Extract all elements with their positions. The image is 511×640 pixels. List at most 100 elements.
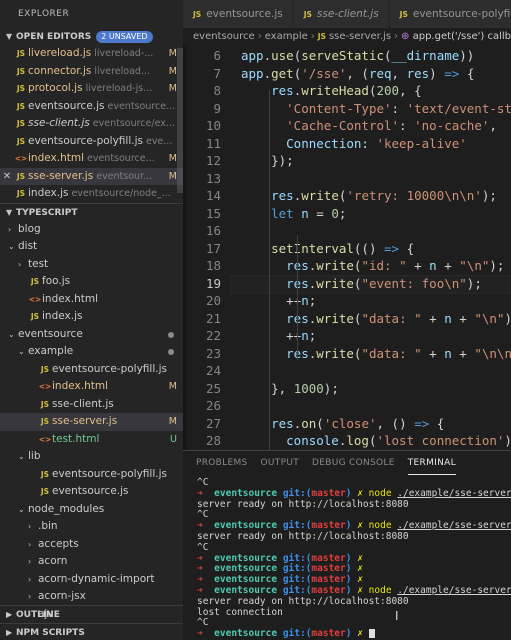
tree-item[interactable]: JS sse-client.js (0, 396, 183, 414)
js-file-icon: JS (30, 277, 40, 286)
breadcrumb-item[interactable]: eventsource (193, 31, 255, 42)
tree-item[interactable]: <>test.html U (0, 431, 183, 449)
editor-tab[interactable]: JS eventsource.js (183, 0, 294, 28)
code-line[interactable]: res.write('retry: 10000\n\n'); (241, 188, 497, 203)
editor-tab[interactable]: JS sse-client.js (293, 0, 390, 28)
tree-item[interactable]: JS index.js (0, 308, 183, 326)
tree-item-label: node_modules (28, 502, 105, 515)
dirty-mark-icon: ✗ (357, 563, 369, 575)
editor-tab[interactable]: JS eventsource-polyfill.js (389, 0, 511, 28)
typescript-header[interactable]: ▼ TYPESCRIPT (0, 202, 183, 221)
close-icon[interactable]: ✕ (0, 168, 14, 186)
js-file-icon: JS (40, 399, 50, 409)
tree-item-label: blog (18, 222, 41, 235)
breadcrumb-item[interactable]: app.get('/sse') callback (413, 31, 511, 42)
tree-item[interactable]: JS eventsource-polyfill.js (0, 466, 183, 484)
code-line[interactable]: }, 1000); (241, 381, 339, 396)
chevron-right-icon: › (18, 259, 22, 269)
open-editor-name: index.html (28, 152, 84, 164)
panel-tab[interactable]: PROBLEMS (196, 451, 248, 475)
code-line[interactable]: ++n; (241, 293, 316, 308)
tree-item[interactable]: ⌄ node_modules (0, 501, 183, 519)
code-line[interactable]: }); (241, 153, 294, 168)
code-line[interactable]: let n = 0; (241, 206, 346, 221)
open-editor-item[interactable]: JS livereload.js livereload-... M (0, 45, 183, 63)
code-line[interactable]: setInterval(() => { (241, 241, 414, 256)
chevron-right-icon: › (8, 224, 12, 234)
prompt-dir: eventsource (214, 574, 283, 586)
tree-item-label: acorn-dynamic-import (38, 572, 155, 585)
code-editor[interactable]: 6 app.use(serveStatic(__dirname)) 7 app.get… (183, 45, 511, 450)
tree-item[interactable]: ⌄ lib (0, 448, 183, 466)
tree-item-label: lib (28, 450, 41, 462)
code-line[interactable]: 'Content-Type': 'text/event-stream', (241, 101, 511, 116)
code-line[interactable]: res.on('close', () => { (241, 416, 444, 431)
terminal[interactable]: ^C ➜ eventsource git:(master) ✗ node ./ex… (183, 475, 511, 640)
js-file-icon: JS (193, 10, 202, 19)
tree-item[interactable]: JS eventsource-polyfill.js (0, 361, 183, 379)
prompt-branch: master (311, 563, 346, 575)
tree-item-label: .bin (38, 520, 58, 532)
tree-item[interactable]: › acorn-jsx (0, 588, 183, 606)
open-editor-item[interactable]: <>index.html eventsource... M (0, 150, 183, 168)
prompt-arrow-icon: ➜ (197, 563, 215, 575)
tree-item-label: foo.js (42, 275, 71, 287)
panel-tab[interactable]: TERMINAL (407, 452, 456, 475)
open-editor-item[interactable]: ✕ JS sse-server.js eventsour... M (0, 167, 183, 186)
tree-item[interactable]: › test (0, 256, 183, 274)
open-editor-item[interactable]: JS protocol.js livereload-js... M (0, 80, 183, 98)
open-editor-path: livereload-... (94, 48, 154, 59)
line-number: 21 (205, 310, 221, 326)
line-number: 12 (205, 153, 221, 168)
code-line[interactable]: res.write("id: " + n + "\n"); (241, 258, 504, 273)
git-status-badge: M (168, 153, 177, 164)
code-line[interactable]: res.write("event: foo\n"); (241, 276, 482, 291)
prompt-branch: master (311, 552, 346, 564)
terminal-line: lost connection (197, 606, 283, 618)
panel-tab[interactable]: OUTPUT (261, 451, 299, 475)
typescript-label: TYPESCRIPT (16, 207, 78, 218)
code-line[interactable]: res.write("data: " + n + "\n\n"); (241, 346, 511, 361)
outline-header[interactable]: ▶ OUTLINE (0, 605, 183, 623)
tree-item[interactable]: JS sse-server.js M (0, 413, 183, 431)
dirty-mark-icon: ✗ (357, 520, 369, 532)
code-line[interactable]: console.log('lost connection') (241, 433, 511, 448)
code-line[interactable]: Connection: 'keep-alive' (241, 136, 467, 151)
tree-item[interactable]: › blog (0, 221, 183, 239)
npm-scripts-header[interactable]: ▶ NPM SCRIPTS (0, 623, 183, 640)
code-line[interactable]: 'Cache-Control': 'no-cache', (241, 118, 497, 133)
tree-item[interactable]: <>index.html M (0, 378, 183, 396)
breadcrumb-item[interactable]: sse-server.js (329, 31, 391, 42)
code-line[interactable]: ++n; (241, 328, 316, 343)
open-editor-item[interactable]: JS eventsource-polyfill.js eve... (0, 133, 183, 151)
tree-item[interactable]: ⌄ dist (0, 238, 183, 256)
indent-guide (297, 235, 298, 360)
tree-item[interactable]: › .bin (0, 518, 183, 536)
tree-item[interactable]: JS eventsource.js (0, 483, 183, 501)
code-line[interactable]: res.write("data: " + n + "\n"); (241, 311, 511, 326)
tree-item-label: eventsource-polyfill.js (52, 467, 167, 480)
dirty-mark-icon: ✗ (357, 574, 369, 586)
panel-tab[interactable]: DEBUG CONSOLE (312, 451, 395, 475)
tree-item[interactable]: <>index.html (0, 291, 183, 309)
tab-label: eventsource-polyfill.js (412, 8, 511, 20)
open-editor-item[interactable]: JS eventsource.js eventsource... (0, 98, 183, 116)
open-editors-header[interactable]: ▼ OPEN EDITORS 2 UNSAVED (0, 28, 183, 45)
breadcrumb-item[interactable]: example (265, 31, 308, 42)
open-editor-item[interactable]: JS connector.js livereload... M (0, 63, 183, 81)
tree-item[interactable]: ⌄ example (0, 343, 183, 361)
open-editor-item[interactable]: JS index.js eventsource/node_... (0, 185, 183, 203)
tree-item[interactable]: ⌄ eventsource (0, 326, 183, 344)
js-file-icon: JS (40, 417, 50, 426)
tree-item-label: index.js (42, 310, 83, 322)
tree-item[interactable]: › acorn-dynamic-import (0, 571, 183, 589)
code-line[interactable]: app.use(serveStatic(__dirname)) (241, 48, 474, 63)
code-line[interactable]: app.get('/sse', (req, res) => { (241, 66, 474, 81)
tree-item[interactable]: JS foo.js (0, 273, 183, 291)
open-editor-name: sse-client.js (28, 117, 90, 129)
tree-item-label: eventsource (18, 327, 83, 340)
tree-item[interactable]: › acorn (0, 553, 183, 571)
tree-item[interactable]: › accepts (0, 536, 183, 554)
chevron-down-icon: ⌄ (18, 504, 25, 514)
open-editor-item[interactable]: JS sse-client.js eventsource/ex... (0, 115, 183, 133)
